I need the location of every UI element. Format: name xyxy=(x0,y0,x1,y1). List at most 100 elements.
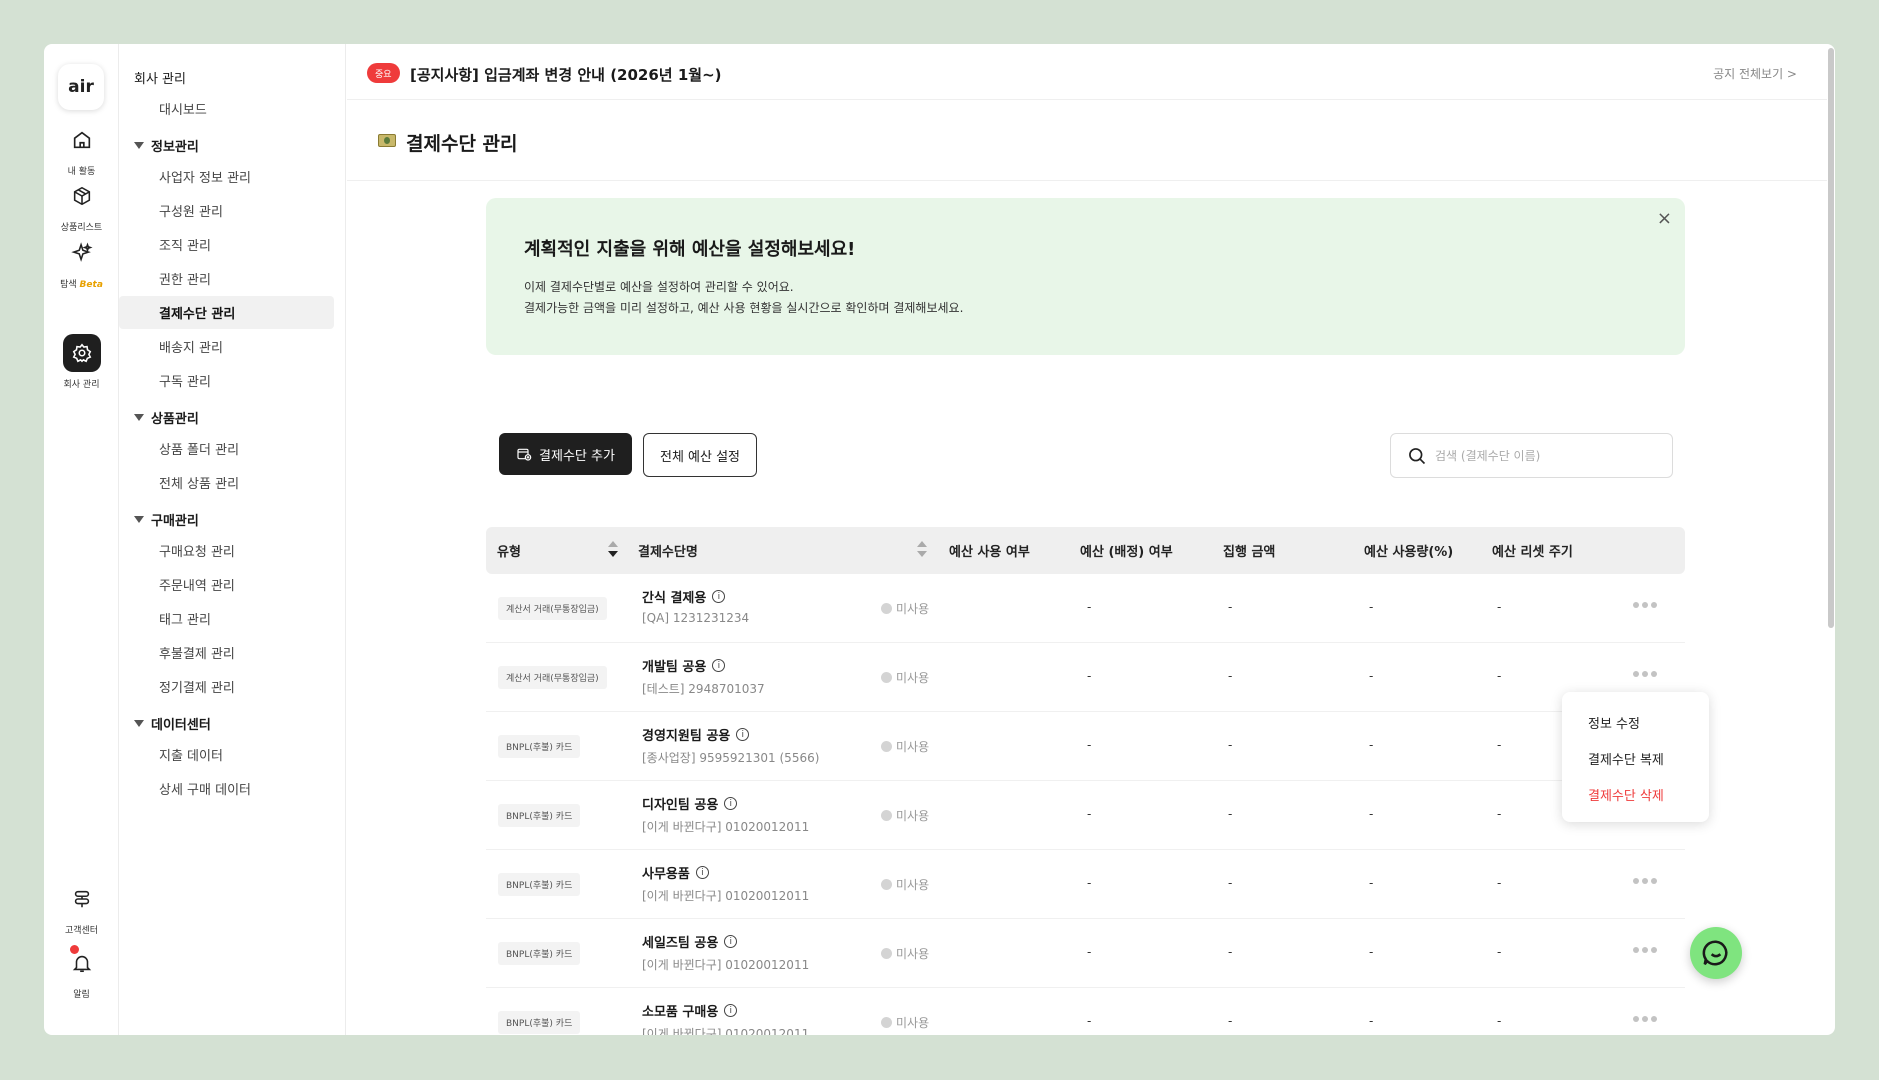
sidebar-item-recurring-payment[interactable]: 정기결제 관리 xyxy=(119,670,334,703)
type-tag: 계산서 거래(무통장입금) xyxy=(498,666,607,689)
payment-method-account: [이게 바뀐다구] 01020012011 xyxy=(642,889,810,903)
reset-cycle-cell: - xyxy=(1497,669,1502,683)
sort-icon[interactable] xyxy=(917,539,927,559)
info-icon[interactable]: i xyxy=(724,935,738,948)
close-icon[interactable]: × xyxy=(1657,208,1672,229)
chat-support-button[interactable] xyxy=(1690,927,1742,979)
payment-method-account: [테스트] 2948701037 xyxy=(642,682,765,696)
sidebar-item-product-folders[interactable]: 상품 폴더 관리 xyxy=(119,432,334,465)
budget-use-status: 미사용 xyxy=(881,807,929,824)
budget-use-status: 미사용 xyxy=(881,945,929,962)
sidebar-item-order-history[interactable]: 주문내역 관리 xyxy=(119,568,334,601)
table-row[interactable]: 계산서 거래(무통장입금) 개발팀 공용 i [테스트] 2948701037 미… xyxy=(486,643,1685,712)
column-header-type[interactable]: 유형 xyxy=(497,527,521,574)
info-icon[interactable]: i xyxy=(712,659,726,672)
search-box xyxy=(1390,433,1673,478)
more-icon[interactable] xyxy=(1633,1016,1657,1022)
card-add-icon xyxy=(517,448,532,461)
row-context-menu: 정보 수정 결제수단 복제 결제수단 삭제 xyxy=(1562,692,1709,822)
caret-down-icon xyxy=(134,516,144,523)
exec-amount-cell: - xyxy=(1228,807,1233,821)
home-icon xyxy=(63,121,101,159)
sidebar-item-all-products[interactable]: 전체 상품 관리 xyxy=(119,466,334,499)
sidebar-root-title: 회사 관리 xyxy=(134,72,186,87)
column-header-name[interactable]: 결제수단명 xyxy=(638,527,698,574)
notice-bar: 중요 [공지사항] 입금계좌 변경 안내 (2026년 1월~) 공지 전체보기… xyxy=(347,44,1827,100)
status-dot xyxy=(881,672,892,683)
budget-alloc-cell: - xyxy=(1087,1014,1092,1028)
set-total-budget-button[interactable]: 전체 예산 설정 xyxy=(643,433,757,477)
table-row[interactable]: 계산서 거래(무통장입금) 간식 결제용 i [QA] 1231231234 미사… xyxy=(486,574,1685,643)
sidebar-item-organization[interactable]: 조직 관리 xyxy=(119,228,334,261)
table-row[interactable]: BNPL(후불) 카드 사무용품 i [이게 바뀐다구] 01020012011 … xyxy=(486,850,1685,919)
payment-method-name: 간식 결제용 i xyxy=(642,587,726,606)
rail-item-customer-center[interactable]: 고객센터 xyxy=(44,880,119,936)
more-icon[interactable] xyxy=(1633,671,1657,677)
table-row[interactable]: BNPL(후불) 카드 경영지원팀 공용 i [종사업장] 9595921301 … xyxy=(486,712,1685,781)
sidebar-item-subscription[interactable]: 구독 관리 xyxy=(119,364,334,397)
sidebar-item-permissions[interactable]: 권한 관리 xyxy=(119,262,334,295)
info-icon[interactable]: i xyxy=(736,728,750,741)
menu-item-delete[interactable]: 결제수단 삭제 xyxy=(1588,785,1664,804)
sidebar-item-purchase-requests[interactable]: 구매요청 관리 xyxy=(119,534,334,567)
sort-icon[interactable] xyxy=(608,539,618,559)
sidebar-item-spend-data[interactable]: 지출 데이터 xyxy=(119,738,334,771)
sidebar-item-members[interactable]: 구성원 관리 xyxy=(119,194,334,227)
payment-method-name: 세일즈팀 공용 i xyxy=(642,932,738,951)
menu-item-edit-info[interactable]: 정보 수정 xyxy=(1588,713,1640,732)
info-icon[interactable]: i xyxy=(712,590,726,603)
sidebar-item-deferred-payment[interactable]: 후불결제 관리 xyxy=(119,636,334,669)
sidebar-group-purchasing[interactable]: 구매관리 xyxy=(134,510,199,529)
sidebar: 회사 관리 대시보드 정보관리 사업자 정보 관리 구성원 관리 조직 관리 권… xyxy=(119,44,346,1035)
budget-alloc-cell: - xyxy=(1087,738,1092,752)
rail-item-explore[interactable]: 탐색 Beta xyxy=(44,234,119,290)
app-logo[interactable]: air xyxy=(58,64,104,110)
budget-use-status: 미사용 xyxy=(881,1014,929,1031)
sidebar-group-info[interactable]: 정보관리 xyxy=(134,136,199,155)
view-all-notices-link[interactable]: 공지 전체보기 > xyxy=(1713,65,1797,82)
info-icon[interactable]: i xyxy=(724,1004,738,1017)
reset-cycle-cell: - xyxy=(1497,876,1502,890)
sidebar-group-products[interactable]: 상품관리 xyxy=(134,408,199,427)
rail-item-notifications[interactable]: 알림 xyxy=(44,944,119,1000)
banner-title: 계획적인 지출을 위해 예산을 설정해보세요! xyxy=(524,239,856,260)
sidebar-item-shipping[interactable]: 배송지 관리 xyxy=(119,330,334,363)
payment-method-account: [종사업장] 9595921301 (5566) xyxy=(642,751,820,765)
scrollbar[interactable] xyxy=(1828,48,1834,628)
type-tag: BNPL(후불) 카드 xyxy=(498,942,581,965)
sidebar-item-purchase-detail-data[interactable]: 상세 구매 데이터 xyxy=(119,772,334,805)
payment-method-account: [이게 바뀐다구] 01020012011 xyxy=(642,958,810,972)
sidebar-item-business-info[interactable]: 사업자 정보 관리 xyxy=(119,160,334,193)
table-row[interactable]: BNPL(후불) 카드 소모품 구매용 i [이게 바뀐다구] 010200120… xyxy=(486,988,1685,1035)
page-header: 결제수단 관리 xyxy=(347,101,1827,181)
info-icon[interactable]: i xyxy=(695,866,709,879)
info-icon[interactable]: i xyxy=(724,797,738,810)
more-icon[interactable] xyxy=(1633,602,1657,608)
sidebar-item-tags[interactable]: 태그 관리 xyxy=(119,602,334,635)
table-row[interactable]: BNPL(후불) 카드 세일즈팀 공용 i [이게 바뀐다구] 010200120… xyxy=(486,919,1685,988)
sidebar-item-payment-methods[interactable]: 결제수단 관리 xyxy=(119,296,334,329)
status-dot xyxy=(881,603,892,614)
more-icon[interactable] xyxy=(1633,878,1657,884)
usage-pct-cell: - xyxy=(1369,945,1374,959)
payment-method-name: 사무용품 i xyxy=(642,863,709,882)
usage-pct-cell: - xyxy=(1369,1014,1374,1028)
sidebar-item-dashboard[interactable]: 대시보드 xyxy=(119,92,334,125)
payment-method-account: [이게 바뀐다구] 01020012011 xyxy=(642,820,810,834)
caret-down-icon xyxy=(134,720,144,727)
rail-item-my-activity[interactable]: 내 활동 xyxy=(44,121,119,177)
rail-item-company-admin[interactable]: 회사 관리 xyxy=(44,334,119,390)
reset-cycle-cell: - xyxy=(1497,600,1502,614)
search-icon xyxy=(1409,447,1426,464)
add-payment-method-button[interactable]: 결제수단 추가 xyxy=(499,433,632,475)
notice-title[interactable]: [공지사항] 입금계좌 변경 안내 (2026년 1월~) xyxy=(410,64,722,85)
rail-label: 탐색 Beta xyxy=(60,280,103,290)
table-row[interactable]: BNPL(후불) 카드 디자인팀 공용 i [이게 바뀐다구] 010200120… xyxy=(486,781,1685,850)
menu-item-duplicate[interactable]: 결제수단 복제 xyxy=(1588,749,1664,768)
more-icon[interactable] xyxy=(1633,947,1657,953)
sidebar-group-data-center[interactable]: 데이터센터 xyxy=(134,714,211,733)
search-input[interactable] xyxy=(1435,448,1655,463)
payment-method-account: [이게 바뀐다구] 01020012011 xyxy=(642,1027,810,1035)
column-header-exec-amount: 집행 금액 xyxy=(1223,545,1276,560)
rail-item-product-list[interactable]: 상품리스트 xyxy=(44,177,119,233)
